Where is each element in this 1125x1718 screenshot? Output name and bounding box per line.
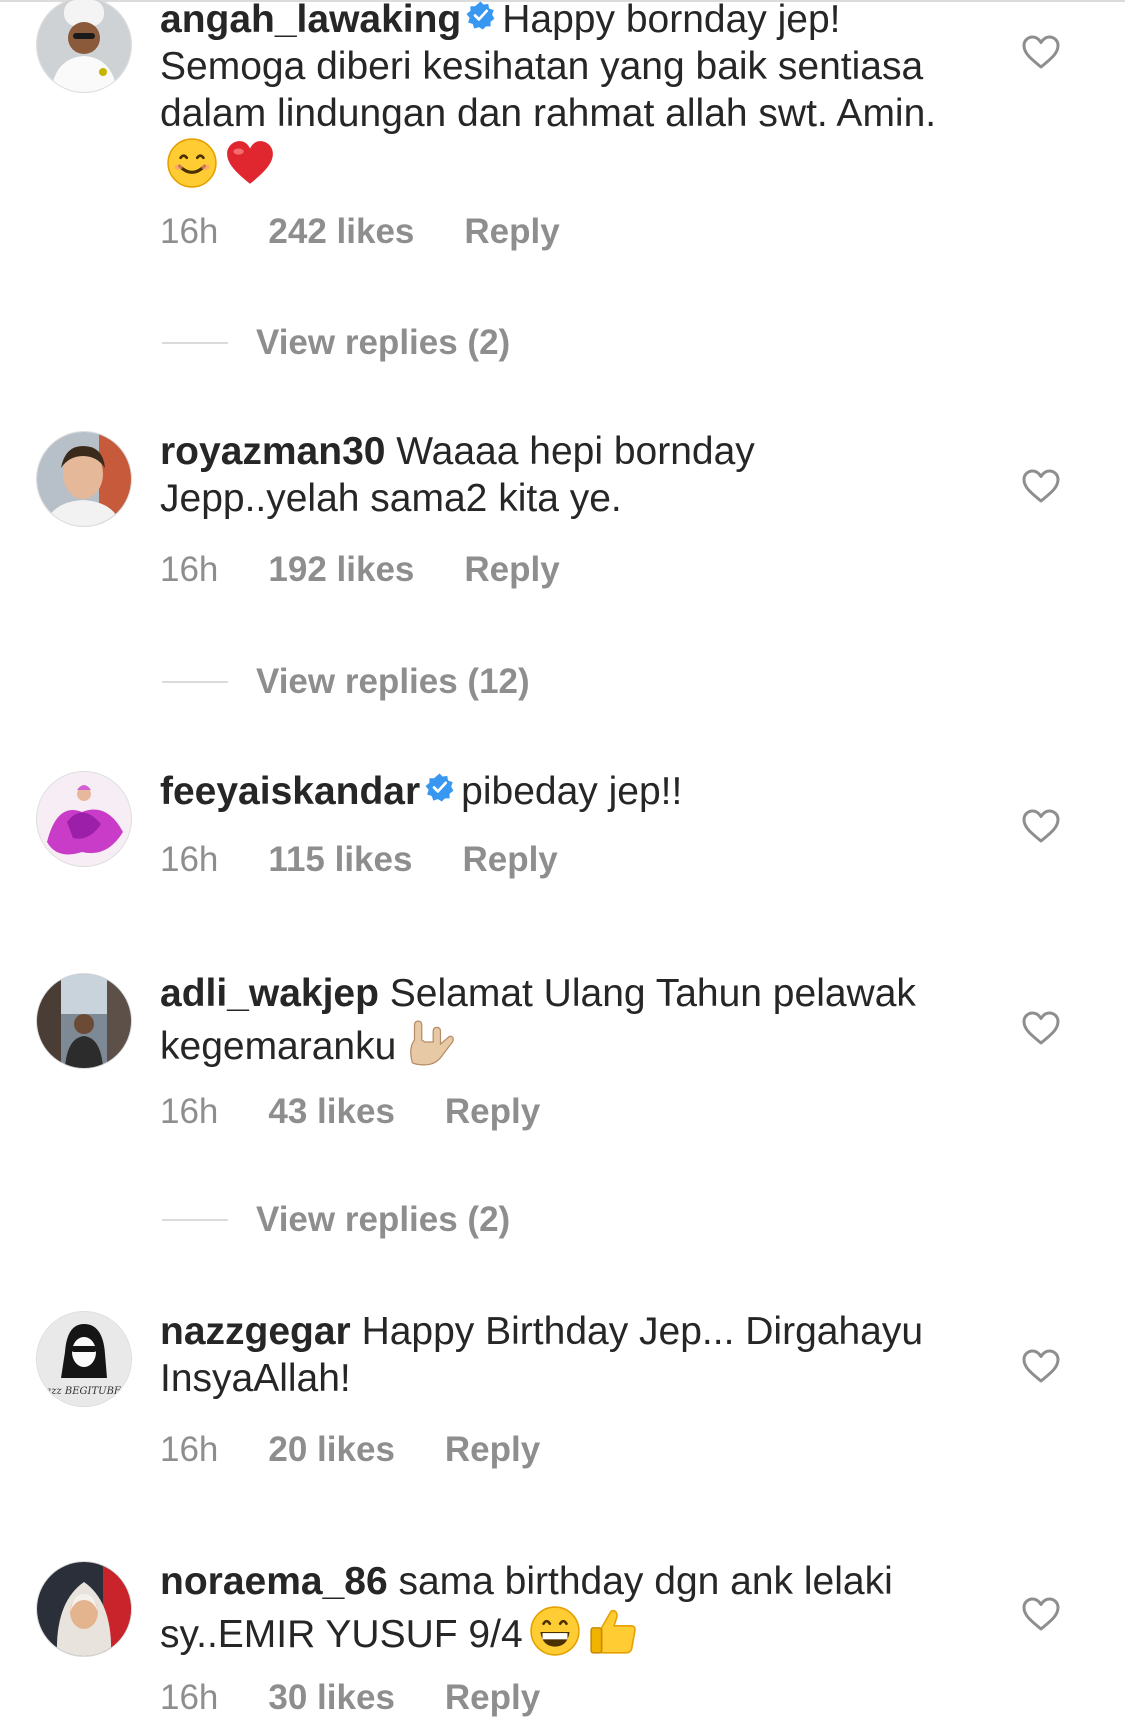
like-heart-icon[interactable] [1021,1348,1061,1384]
comment-time: 16h [160,212,219,251]
comment-likes[interactable]: 115 likes [268,840,412,879]
comment-meta: 16h 115 likes Reply [160,840,608,880]
comment-username[interactable]: angah_lawaking [160,0,461,41]
avatar[interactable] [37,432,131,526]
comment-text: noraema_86 sama birthday dgn ank lelaki … [160,1558,940,1658]
comment-likes[interactable]: 43 likes [268,1092,395,1131]
comment-meta: 16h 30 likes Reply [160,1678,590,1718]
verified-badge-icon [465,0,496,31]
comment-username[interactable]: nazzgegar [160,1310,351,1353]
reply-button[interactable]: Reply [464,550,559,589]
avatar[interactable] [37,1562,131,1656]
replies-divider [162,1219,228,1221]
view-replies-label: View replies (2) [256,323,511,362]
comment-likes[interactable]: 192 likes [268,550,414,589]
avatar[interactable] [37,0,131,92]
replies-divider [162,342,228,344]
replies-divider [162,681,228,683]
rock-on-hand-emoji-icon [402,1017,455,1069]
avatar[interactable]: Dj Nazz BEGITUBEGINI [37,1312,131,1406]
verified-badge-icon [424,772,455,803]
reply-button[interactable]: Reply [445,1092,540,1131]
reply-button[interactable]: Reply [445,1430,540,1469]
reply-button[interactable]: Reply [464,212,559,251]
comment-text: angah_lawaking Happy bornday jep! Semoga … [160,0,940,190]
comment-meta: 16h 192 likes Reply [160,550,610,590]
comment-username[interactable]: noraema_86 [160,1560,388,1603]
comment-meta: 16h 20 likes Reply [160,1430,590,1470]
comment-text: feeyaiskandar pibeday jep!! [160,768,940,815]
like-heart-icon[interactable] [1021,1596,1061,1632]
comment-likes[interactable]: 30 likes [268,1678,395,1717]
reply-button[interactable]: Reply [462,840,557,879]
comment-time: 16h [160,840,219,879]
comment-time: 16h [160,550,219,589]
avatar-logo-text: Dj Nazz BEGITUBEGINI [37,1386,131,1397]
reply-button[interactable]: Reply [445,1678,540,1717]
comment-time: 16h [160,1092,219,1131]
avatar[interactable] [37,772,131,866]
comment-username[interactable]: feeyaiskandar [160,770,420,813]
like-heart-icon[interactable] [1021,1010,1061,1046]
comment-text: adli_wakjep Selamat Ulang Tahun pelawak … [160,970,940,1070]
thumbs-up-emoji-icon [587,1605,639,1657]
like-heart-icon[interactable] [1021,468,1061,504]
avatar[interactable] [37,974,131,1068]
comment-text: royazman30 Waaaa hepi bornday Jepp..yela… [160,428,940,522]
smiling-face-emoji-icon [166,137,218,189]
view-replies-label: View replies (2) [256,1200,511,1239]
like-heart-icon[interactable] [1021,808,1061,844]
red-heart-emoji-icon [224,137,276,189]
comment-time: 16h [160,1678,219,1717]
view-replies-label: View replies (12) [256,662,530,701]
comment-time: 16h [160,1430,219,1469]
comment-text: nazzgegar Happy Birthday Jep... Dirgahay… [160,1308,940,1402]
comment-meta: 16h 43 likes Reply [160,1092,590,1132]
like-heart-icon[interactable] [1021,34,1061,70]
comment-meta: 16h 242 likes Reply [160,212,610,252]
comment-likes[interactable]: 242 likes [268,212,414,251]
comment-username[interactable]: adli_wakjep [160,972,379,1015]
comment-likes[interactable]: 20 likes [268,1430,395,1469]
grinning-face-emoji-icon [529,1605,581,1657]
comment-username[interactable]: royazman30 [160,430,385,473]
comment-body: pibeday jep!! [461,770,683,813]
